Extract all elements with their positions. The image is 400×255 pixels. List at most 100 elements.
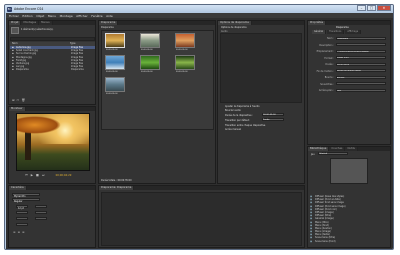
vertical-scale-field[interactable] (16, 217, 28, 220)
column-type[interactable]: Type (70, 42, 76, 46)
baseline-shift-field[interactable] (16, 223, 28, 226)
slide-duration: 00:00:05:00 (141, 49, 153, 51)
property-label: Sous-titres : (320, 82, 334, 86)
fit-audio-option[interactable]: Ajuster le diaporama à l'audio (225, 105, 260, 108)
project-panel: Projet Montages Menus 1 élément(s) sélec… (8, 20, 96, 105)
stop-icon[interactable]: ■ (36, 174, 39, 177)
slide-duration: 00:00:05:00 (106, 93, 118, 95)
library-panel: Bibliothèque Couches Outils Jeu Général … (307, 146, 391, 248)
play-icon[interactable]: ▶ (31, 174, 33, 177)
font-size-field[interactable]: 12 pt (16, 205, 28, 210)
loop-audio-option[interactable]: Boucler audio (225, 109, 241, 112)
property-value[interactable]: Retour au dernier menu (336, 69, 386, 72)
encore-workspace: Fichier Edition Objet Menu Montage Affic… (6, 13, 393, 249)
set-label: Jeu (311, 153, 315, 156)
preview-image (16, 113, 90, 171)
horizontal-scale-field[interactable] (35, 217, 47, 220)
tab-timelines[interactable]: Montages (21, 21, 40, 25)
tab-project[interactable]: Projet (9, 21, 22, 25)
tab-slideshow-options[interactable]: Options de diaporama (218, 21, 252, 25)
step-back-icon[interactable]: ⏮ (25, 174, 28, 177)
menu-object[interactable]: Objet (36, 14, 44, 18)
transition-select[interactable]: Fondu (262, 118, 284, 121)
properties-list: Nom : Diaporama Description : Emplacement :… (310, 36, 390, 95)
slide-thumbnail[interactable] (105, 77, 125, 92)
tab-tools[interactable]: Outils (345, 147, 358, 151)
property-value[interactable]: Aucune (336, 75, 386, 79)
subtab-display[interactable]: Affichage (345, 30, 362, 34)
properties-object-name: Diaporama (336, 26, 349, 29)
menu-help[interactable]: Aide (106, 14, 113, 18)
manual-advance-option[interactable]: Accès manuel (225, 128, 241, 131)
library-item[interactable]: ▣ Sous-menu (fond) (310, 240, 390, 243)
tab-timeline[interactable]: Diaporama: Diaporama (99, 186, 135, 190)
slide-duration-label: Durée de la diapositive : (225, 114, 254, 117)
font-style-select[interactable]: Regular (12, 198, 40, 203)
tab-character[interactable]: Caractère (9, 186, 27, 190)
menu-edit[interactable]: Edition (22, 14, 32, 18)
menu-bar: Fichier Edition Objet Menu Montage Affic… (6, 13, 393, 18)
slide-thumbnail[interactable] (175, 33, 195, 48)
slide-duration: 00:00:05:00 (176, 71, 188, 73)
tab-slideshow[interactable]: Diaporama (99, 21, 119, 25)
column-name[interactable]: Nom (10, 42, 70, 46)
property-row: Arrière-plan : Noir (310, 88, 390, 95)
slide-thumbnail[interactable] (175, 55, 195, 70)
timeline-panel: Diaporama: Diaporama (98, 185, 305, 248)
item-name: Diaporama (16, 68, 29, 72)
audio-list[interactable] (220, 33, 302, 103)
align-right-icon[interactable]: ≡ (22, 231, 25, 234)
tab-properties[interactable]: Propriétés (308, 21, 327, 25)
tracking-field[interactable] (35, 211, 47, 214)
default-transition-label: Transition par défaut : (225, 119, 251, 122)
folder-icon[interactable]: ▭ (17, 99, 20, 103)
tab-library[interactable]: Bibliothèque (308, 147, 330, 151)
list-item[interactable]: ▪ Diaporama Diaporama (10, 68, 95, 71)
align-center-icon[interactable]: ≡ (18, 231, 21, 234)
menu-timeline[interactable]: Montage (60, 14, 73, 18)
slide-thumbnail[interactable] (140, 33, 160, 48)
slideshow-header: Diaporama (101, 26, 114, 29)
leading-field[interactable] (35, 205, 47, 208)
project-search-field[interactable] (10, 37, 95, 41)
property-value[interactable]: Noir (336, 88, 386, 92)
property-value[interactable]: Image JPEG (336, 56, 386, 59)
slide-thumbnail[interactable] (105, 33, 125, 48)
property-value[interactable]: 00:00:35:00 (336, 62, 386, 66)
set-select[interactable]: Général (318, 152, 348, 155)
subtab-transitions[interactable]: Transitions (327, 30, 345, 34)
property-label: Fin de l'action : (316, 69, 334, 73)
property-value[interactable]: Diaporama (336, 36, 386, 40)
minimize-button[interactable]: – (357, 5, 366, 11)
property-label: Format : (324, 56, 334, 60)
property-value[interactable] (336, 43, 386, 46)
close-button[interactable]: ✕ (377, 5, 391, 11)
slide-thumbnail[interactable] (140, 55, 160, 70)
maximize-button[interactable]: □ (367, 5, 376, 11)
slide-duration: 00:00:05:00 (141, 71, 153, 73)
kerning-field[interactable] (16, 211, 28, 214)
subtab-general[interactable]: Général (312, 30, 327, 34)
font-family-select[interactable]: Myriad Pro (12, 193, 40, 198)
align-left-icon[interactable]: ≡ (13, 231, 16, 234)
monitor-timecode: 00;00;04;29 (55, 174, 72, 177)
tab-layers[interactable]: Couches (329, 147, 346, 151)
slideshow-options-panel: Options de diaporama Options de diaporam… (217, 20, 305, 184)
menu-view[interactable]: Afficher (76, 14, 88, 18)
tab-menus[interactable]: Menus (39, 21, 53, 25)
property-value[interactable]: C:\Users\Public\Pictures\Sample (336, 49, 386, 53)
slide-duration-field[interactable]: 00:00:05:00 (262, 113, 284, 116)
tab-monitor[interactable]: Moniteur (9, 107, 26, 111)
menu-file[interactable]: Fichier (9, 14, 19, 18)
app-logo-icon: En (7, 6, 12, 12)
slideshow-panel: Diaporama Diaporama 00:00:05:00 00:00:05… (98, 20, 216, 184)
menu-window[interactable]: Fenêtre (91, 14, 102, 18)
slide-thumbnail[interactable] (105, 55, 125, 70)
delete-icon[interactable]: 🗑 (21, 99, 25, 103)
new-item-icon[interactable]: ⊞ (12, 99, 15, 103)
menu-menu[interactable]: Menu (48, 14, 56, 18)
timeline-area[interactable] (101, 192, 302, 246)
property-value[interactable] (336, 82, 386, 85)
transition-each-option[interactable]: Transition entre chaque diapositive (225, 124, 265, 127)
step-forward-icon[interactable]: ⏭ (42, 174, 45, 177)
